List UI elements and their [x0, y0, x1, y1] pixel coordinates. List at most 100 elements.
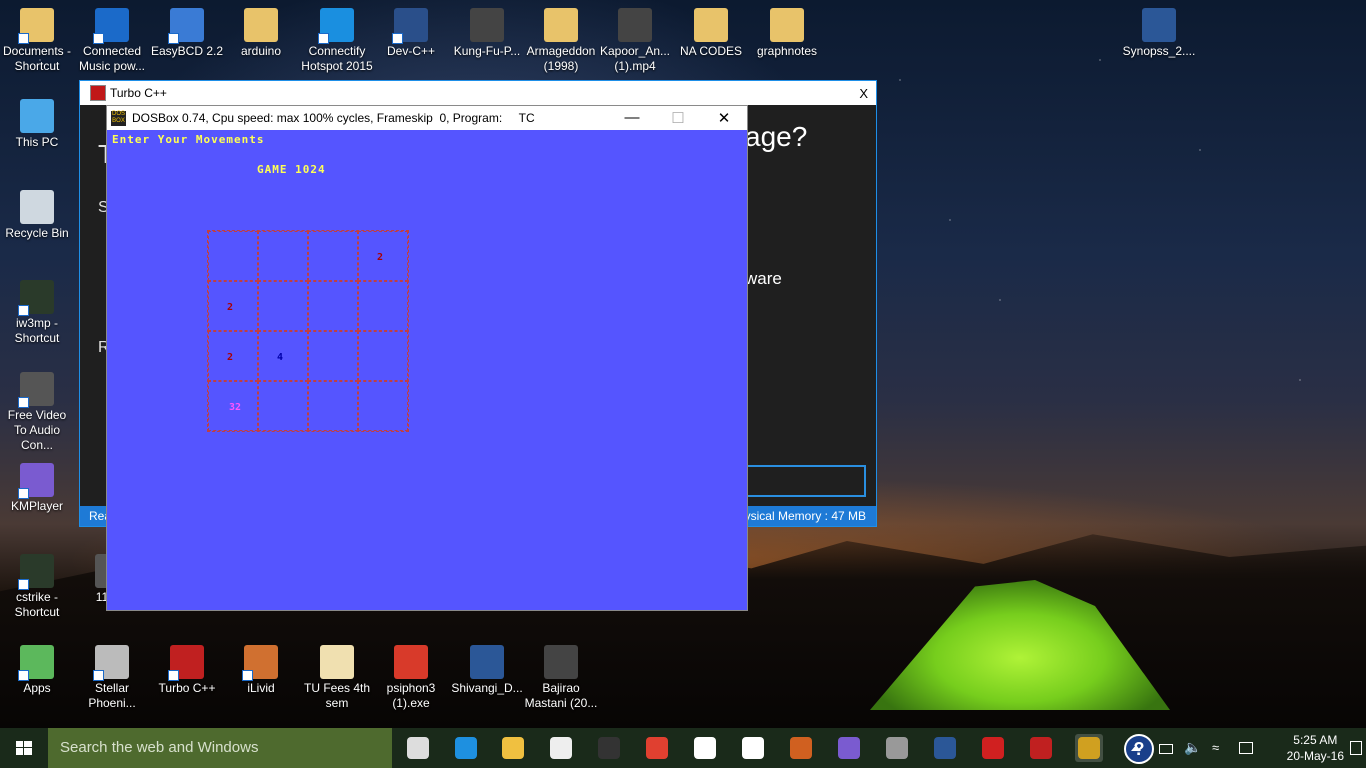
desktop-icon-turbo-cpp[interactable]: Turbo C++: [150, 645, 224, 696]
desktop-icon-armageddon[interactable]: Armageddon (1998): [524, 8, 598, 74]
desktop-icon-label: KMPlayer: [10, 499, 63, 513]
taskbar-black-ops-button[interactable]: [787, 734, 815, 762]
taskbar-task-view-button[interactable]: [404, 734, 432, 762]
turbo-cpp-titlebar[interactable]: Turbo C++ X: [80, 81, 876, 105]
desktop-icon-devcpp[interactable]: Dev-C++: [374, 8, 448, 59]
volume-icon[interactable]: 🔈: [1184, 739, 1201, 755]
heading-fragment: age?: [745, 121, 808, 152]
desktop-icon-shivangi[interactable]: Shivangi_D...: [450, 645, 524, 696]
system-tray: 🔈 ≈ 5:25 AM 20-May-16: [1106, 728, 1366, 768]
taskbar-game-button[interactable]: [883, 734, 911, 762]
close-button[interactable]: X: [859, 86, 868, 101]
minimize-button[interactable]: —: [609, 109, 655, 127]
desktop-icon-label: Shivangi_D...: [451, 681, 523, 695]
desktop-icon-recycle-bin[interactable]: Recycle Bin: [0, 190, 74, 241]
dosbox-titlebar[interactable]: DOS BOX DOSBox 0.74, Cpu speed: max 100% …: [107, 106, 747, 130]
taskbar-acrobat-button[interactable]: [979, 734, 1007, 762]
taskbar-chrome-button[interactable]: [643, 734, 671, 762]
chevron-up-icon[interactable]: [1131, 745, 1141, 751]
taskbar-edge-button[interactable]: [452, 734, 480, 762]
board-cell: [308, 331, 358, 381]
desktop-icon-label: Kapoor_An... (1).mp4: [599, 44, 671, 73]
clock[interactable]: 5:25 AM 20-May-16: [1287, 732, 1344, 764]
desktop-icon-label: arduino: [240, 44, 282, 58]
desktop-icon-documents[interactable]: Documents - Shortcut: [0, 8, 74, 74]
desktop-icon-label: iLivid: [247, 681, 275, 695]
taskbar: Search the web and Windows ? 🔈 ≈ 5:25 AM…: [0, 728, 1366, 768]
dosbox-window[interactable]: DOS BOX DOSBox 0.74, Cpu speed: max 100% …: [106, 105, 748, 611]
desktop: Documents - Shortcut Connected Music pow.…: [0, 0, 1366, 728]
game-icon: [886, 737, 908, 759]
turbo-cpp-title: Turbo C++: [110, 86, 167, 100]
desktop-icon-label: NA CODES: [679, 44, 742, 58]
board-cell: [308, 381, 358, 431]
video-icon: [544, 645, 578, 679]
board-cell: 2: [208, 281, 258, 331]
desktop-icon-cstrike[interactable]: cstrike - Shortcut: [0, 554, 74, 620]
desktop-icon-label: Synopss_2....: [1122, 44, 1196, 58]
desktop-icon-kungfu[interactable]: Kung-Fu-P...: [450, 8, 524, 59]
taskbar-word-button[interactable]: [931, 734, 959, 762]
desktop-icon-na-codes[interactable]: NA CODES: [674, 8, 748, 59]
desktop-icon-iw3mp[interactable]: iw3mp - Shortcut: [0, 280, 74, 346]
taskbar-file-explorer-button[interactable]: [499, 734, 527, 762]
desktop-icon-free-video[interactable]: Free Video To Audio Con...: [0, 372, 74, 453]
desktop-icon-connectify[interactable]: Connectify Hotspot 2015: [300, 8, 374, 74]
taskbar-dosbox-button[interactable]: [1075, 734, 1103, 762]
desktop-icon-easybcd[interactable]: EasyBCD 2.2: [150, 8, 224, 59]
turbo-cpp-icon: [90, 85, 106, 101]
desktop-icon-psiphon[interactable]: psiphon3 (1).exe: [374, 645, 448, 711]
desktop-icon-arduino[interactable]: arduino: [224, 8, 298, 59]
clock-time: 5:25 AM: [1293, 733, 1338, 747]
desktop-icon-kapoor[interactable]: Kapoor_An... (1).mp4: [598, 8, 672, 74]
search-box[interactable]: Search the web and Windows: [48, 728, 392, 768]
desktop-icon-apps[interactable]: Apps: [0, 645, 74, 696]
dosbox-icon: DOS BOX: [111, 110, 126, 126]
pdf-file-icon: [320, 645, 354, 679]
kmplayer-icon: [838, 737, 860, 759]
monitor-icon: [20, 99, 54, 133]
taskbar-hp-button[interactable]: [739, 734, 767, 762]
battery-icon[interactable]: [1159, 744, 1173, 754]
taskbar-home-button[interactable]: [691, 734, 719, 762]
folder-icon: [18, 8, 54, 44]
desktop-icon-kmplayer[interactable]: KMPlayer: [0, 463, 74, 514]
board-cell: 2: [358, 231, 408, 281]
taskbar-kmplayer-button[interactable]: [835, 734, 863, 762]
tile-value: 4: [277, 352, 284, 363]
taskbar-turbo-button[interactable]: [1027, 734, 1055, 762]
desktop-icon-ilivid[interactable]: iLivid: [224, 645, 298, 696]
start-button[interactable]: [0, 728, 48, 768]
dev-icon: [392, 8, 428, 44]
chrome-icon: [646, 737, 668, 759]
desktop-icon-tu-fees[interactable]: TU Fees 4th sem: [300, 645, 374, 711]
board-cell: 32: [208, 381, 258, 431]
desktop-icon-label: Connected Music pow...: [78, 44, 146, 73]
desktop-icon-this-pc[interactable]: This PC: [0, 99, 74, 150]
desktop-icon-synopss[interactable]: Synopss_2....: [1122, 8, 1196, 59]
music-icon: [93, 8, 129, 44]
desktop-icon-bajirao[interactable]: Bajirao Mastani (20...: [524, 645, 598, 711]
wifi-icon[interactable]: ≈: [1212, 740, 1228, 755]
folder-icon: [694, 8, 728, 42]
recycle-bin-icon: [20, 190, 54, 224]
desktop-icon-stellar[interactable]: Stellar Phoeni...: [75, 645, 149, 711]
black-ops-icon: [790, 737, 812, 759]
close-button[interactable]: ✕: [701, 109, 747, 127]
dos-screen[interactable]: Enter Your Movements GAME 1024 2 2 2 4 32: [107, 130, 747, 610]
taskbar-media-button[interactable]: [595, 734, 623, 762]
dosbox-icon: [1078, 737, 1100, 759]
notification-icon[interactable]: [1350, 741, 1362, 755]
desktop-icon-label: EasyBCD 2.2: [150, 44, 224, 58]
desktop-icon-graphnotes[interactable]: graphnotes: [750, 8, 824, 59]
desktop-icon-connected-music[interactable]: Connected Music pow...: [75, 8, 149, 74]
video-icon: [470, 8, 504, 42]
keyboard-icon[interactable]: [1239, 742, 1253, 754]
windows-logo-icon: [16, 741, 32, 755]
taskbar-store-button[interactable]: [547, 734, 575, 762]
download-icon: [242, 645, 278, 681]
task-view-icon: [407, 737, 429, 759]
turbo-icon: [1030, 737, 1052, 759]
maximize-button[interactable]: ☐: [655, 109, 701, 127]
desktop-icon-label: Stellar Phoeni...: [88, 681, 136, 710]
